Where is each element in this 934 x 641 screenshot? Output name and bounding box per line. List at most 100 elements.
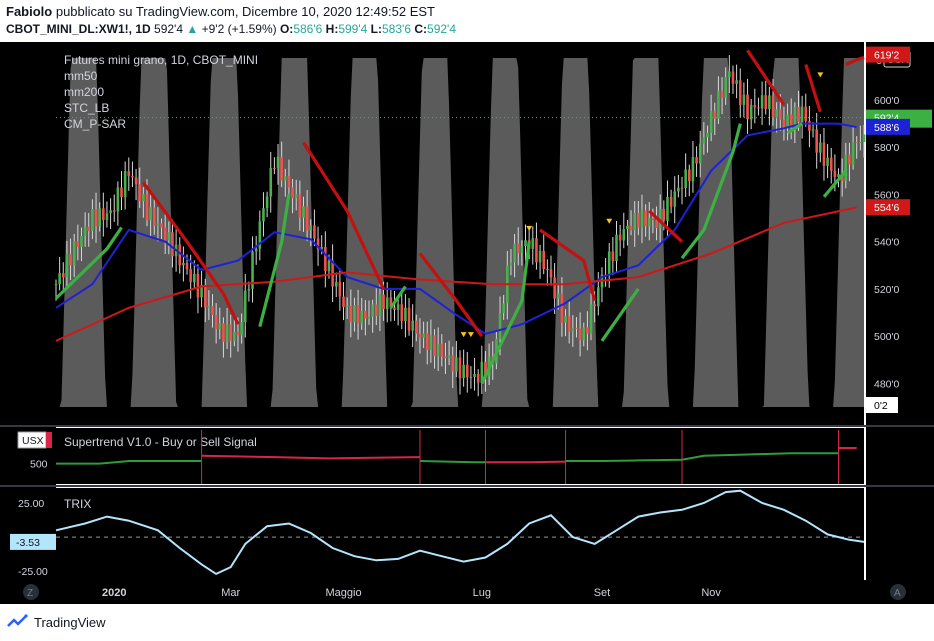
- close-value: 592'4: [427, 22, 457, 36]
- candle-body: [134, 177, 138, 185]
- candle-body: [327, 260, 331, 271]
- candle-body: [171, 232, 174, 257]
- candle-body: [597, 287, 600, 307]
- candle-body: [422, 333, 425, 338]
- candle-body: [731, 71, 735, 84]
- candle-body: [374, 304, 378, 316]
- candle-body: [826, 157, 829, 166]
- candle-body: [302, 206, 305, 218]
- candle-body: [382, 294, 385, 310]
- trix-current-tag: -3.53: [16, 537, 40, 549]
- chart-area[interactable]: Futures mini grano, 1D, CBOT_MINI mm50 mm2…: [0, 42, 934, 604]
- candle-body: [706, 132, 709, 138]
- supertrend-title: Supertrend V1.0 - Buy or Sell Signal: [64, 435, 257, 449]
- candle-body: [848, 154, 851, 165]
- candle-body: [58, 273, 61, 285]
- candle-body: [91, 209, 94, 232]
- publish-date: pubblicato su TradingView.com, Dicembre …: [55, 4, 435, 19]
- candle-body: [425, 333, 429, 351]
- candle-body: [815, 129, 818, 153]
- candle-body: [611, 251, 615, 262]
- price-tick-label: 540'0: [874, 237, 900, 249]
- candle-body: [662, 208, 666, 221]
- candle-body: [771, 95, 775, 118]
- symbol-name: CBOT_MINI_DL:XW1!, 1D: [6, 22, 151, 36]
- candle-body: [571, 327, 575, 332]
- candle-body: [800, 106, 804, 123]
- candle-body: [516, 243, 520, 254]
- candle-body: [811, 129, 815, 131]
- candle-body: [469, 377, 473, 379]
- candle-body: [98, 208, 101, 227]
- candle-body: [851, 142, 855, 165]
- candle-body: [538, 250, 542, 263]
- price-tick-label: 520'0: [874, 284, 900, 296]
- left-gutter: [0, 42, 56, 604]
- candle-body: [695, 157, 698, 164]
- candle-body: [273, 168, 276, 170]
- candle-body: [160, 223, 163, 228]
- trix-pane-bg: [56, 488, 864, 580]
- candle-body: [229, 324, 233, 341]
- candle-body: [760, 95, 764, 109]
- candle-body: [473, 373, 476, 378]
- candle-body: [808, 121, 811, 131]
- candle-body: [531, 238, 535, 249]
- candle-body: [542, 250, 546, 270]
- candle-body: [269, 168, 273, 197]
- candle-body: [720, 90, 724, 98]
- candle-body: [185, 262, 189, 270]
- candle-body: [407, 307, 411, 331]
- candle-body: [94, 209, 98, 227]
- footer: TradingView: [6, 614, 106, 630]
- candle-body: [633, 212, 637, 231]
- candle-body: [502, 303, 505, 313]
- candle-body: [233, 331, 236, 341]
- candle-body: [305, 206, 309, 231]
- candle-body: [225, 324, 229, 342]
- candle-body: [385, 297, 389, 310]
- high-value: 599'4: [338, 22, 368, 36]
- candle-body: [713, 111, 717, 119]
- symbol-info: CBOT_MINI_DL:XW1!, 1D 592'4 ▲ +9'2 (+1.5…: [6, 22, 456, 36]
- candle-body: [218, 323, 222, 330]
- candle-body: [211, 305, 214, 315]
- supertrend-color-mark: [46, 432, 52, 448]
- candle-body: [462, 364, 465, 379]
- candle-body: [768, 95, 771, 110]
- upper-tag: 619'2: [874, 50, 900, 62]
- candle-body: [102, 208, 105, 221]
- candle-body: [829, 157, 833, 171]
- candle-body: [189, 269, 192, 283]
- candle-body: [294, 194, 298, 199]
- candle-body: [152, 207, 156, 227]
- candle-body: [276, 156, 280, 169]
- candle-body: [589, 304, 593, 334]
- candle-body: [549, 269, 553, 278]
- time-axis-bg: [0, 580, 934, 604]
- candle-body: [440, 343, 444, 357]
- candle-body: [83, 226, 87, 236]
- candle-body: [433, 335, 436, 357]
- candle-body: [764, 95, 768, 110]
- candle-body: [415, 320, 418, 334]
- candle-body: [356, 305, 360, 324]
- candle-body: [637, 212, 640, 228]
- candle-body: [753, 105, 757, 108]
- candle-body: [677, 187, 680, 192]
- legend-item: STC_LB: [64, 101, 109, 115]
- tradingview-logo-icon: [7, 614, 28, 627]
- candle-body: [287, 176, 291, 188]
- legend-item: Futures mini grano, 1D, CBOT_MINI: [64, 53, 258, 67]
- last-price: 592'4: [154, 22, 184, 36]
- candle-body: [243, 290, 247, 323]
- candle-body: [109, 210, 112, 214]
- candle-body: [283, 176, 287, 181]
- candle-body: [116, 187, 120, 212]
- candle-body: [775, 109, 778, 118]
- candle-body: [655, 220, 658, 229]
- candle-body: [698, 143, 702, 164]
- candle-body: [338, 282, 342, 297]
- candle-body: [298, 194, 302, 218]
- candle-body: [520, 246, 524, 254]
